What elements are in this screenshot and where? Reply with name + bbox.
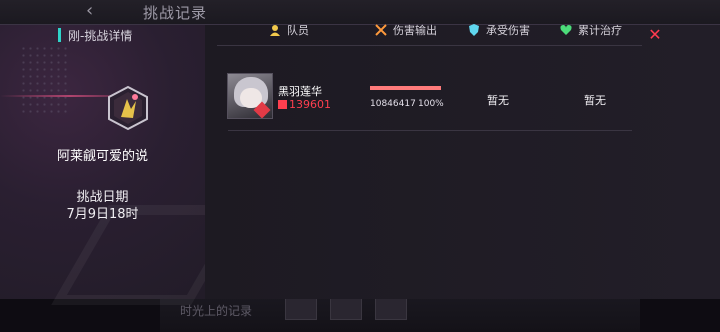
back-arrow-icon[interactable]: ‹	[86, 1, 106, 21]
dot-grid-decoration	[20, 45, 70, 115]
background-thumb	[375, 296, 407, 320]
member-id-value: 139601	[289, 98, 331, 111]
member-icon	[270, 25, 280, 36]
shield-icon	[469, 24, 479, 36]
damage-icon	[375, 24, 387, 36]
stats-panel	[205, 25, 720, 299]
id-badge-icon	[278, 100, 287, 109]
character-emblem-icon	[108, 85, 148, 131]
character-panel: 阿莱觎可爱的说 挑战日期 7月9日18时	[0, 25, 249, 305]
damage-bar	[370, 86, 441, 90]
character-name: 阿莱觎可爱的说	[56, 149, 148, 164]
member-name: 黑羽莲华	[278, 85, 322, 98]
damage-bar-fill	[370, 86, 441, 90]
healing-value: 暂无	[584, 94, 606, 107]
column-header-label: 队员	[287, 24, 309, 37]
challenge-date-value: 7月9日18时	[66, 207, 139, 222]
row-divider	[228, 130, 632, 131]
challenge-detail-modal: 阿莱觎可爱的说 挑战日期 7月9日18时 刚-挑战详情 ✕	[0, 24, 720, 305]
background-thumb	[330, 296, 362, 320]
column-header-taken: 承受伤害	[468, 22, 530, 38]
title-accent-bar	[58, 28, 61, 42]
column-header-label: 伤害输出	[393, 24, 437, 37]
column-header-damage: 伤害输出	[375, 22, 437, 38]
table-header: 队员 伤害输出 承受伤害 累计治疗	[217, 17, 642, 46]
damage-percent: 100%	[418, 99, 444, 109]
member-id: 139601	[278, 98, 331, 111]
background-thumb	[285, 296, 317, 320]
column-header-heal: 累计治疗	[560, 22, 622, 38]
modal-title: 刚-挑战详情	[68, 29, 133, 43]
damage-value: 10846417	[370, 99, 416, 109]
column-header-member: 队员	[269, 22, 309, 38]
column-header-label: 承受伤害	[486, 24, 530, 37]
member-avatar[interactable]	[227, 73, 273, 119]
close-icon[interactable]: ✕	[645, 26, 665, 44]
background-title: 挑战记录	[143, 4, 208, 22]
column-header-label: 累计治疗	[578, 24, 622, 37]
heal-icon	[560, 25, 572, 35]
damage-taken-value: 暂无	[487, 94, 509, 107]
